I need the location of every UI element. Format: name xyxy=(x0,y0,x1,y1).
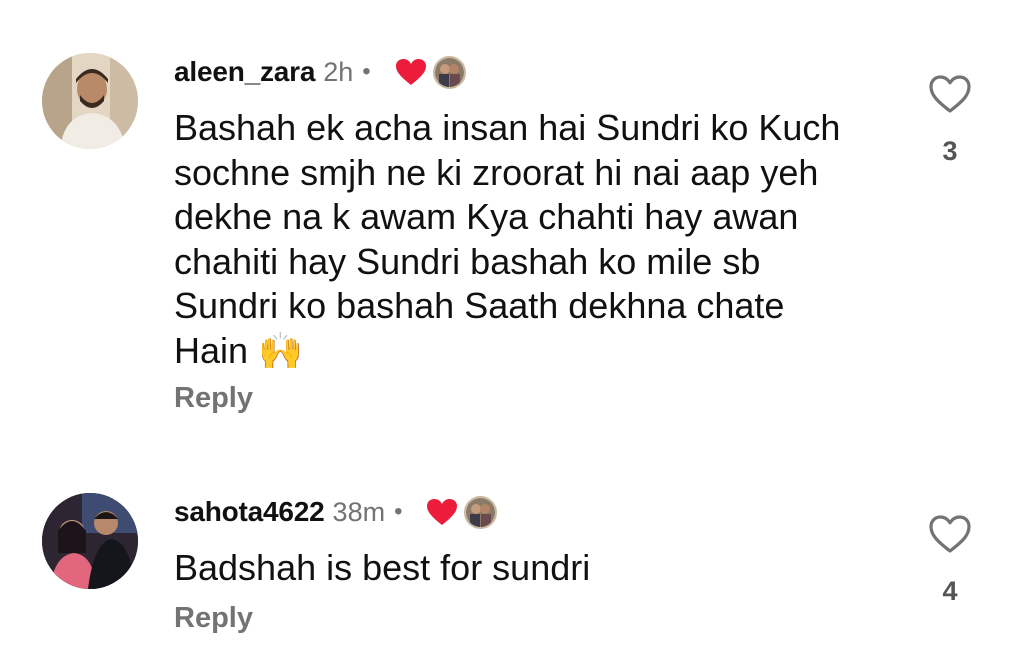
username[interactable]: aleen_zara xyxy=(174,56,315,88)
like-column: 3 xyxy=(922,74,978,167)
comment-item: aleen_zara 2h • Bashah ek acha insan hai… xyxy=(0,0,1024,440)
avatar[interactable] xyxy=(42,53,138,149)
separator-dot: • xyxy=(362,58,371,85)
comment-meta: aleen_zara 2h • xyxy=(174,52,466,92)
heart-filled-icon xyxy=(426,498,458,526)
like-count: 3 xyxy=(942,136,958,166)
comment-text: Badshah is best for sundri xyxy=(174,547,591,588)
avatar-photo xyxy=(42,493,138,589)
like-column: 4 xyxy=(922,514,978,607)
creator-avatar xyxy=(432,55,466,89)
avatar-photo xyxy=(42,53,138,149)
like-count: 4 xyxy=(942,576,958,606)
comment-meta: sahota4622 38m • xyxy=(174,492,498,532)
comment-item: sahota4622 38m • Badshah is best for sun… xyxy=(0,440,1024,672)
reply-button[interactable]: Reply xyxy=(174,382,253,415)
separator-dot: • xyxy=(394,498,403,525)
heart-outline-icon[interactable] xyxy=(928,514,972,554)
username[interactable]: sahota4622 xyxy=(174,496,325,528)
comment-text: Bashah ek acha insan hai Sundri ko Kuch … xyxy=(174,107,841,371)
heart-filled-icon xyxy=(395,58,427,86)
avatar[interactable] xyxy=(42,493,138,589)
timestamp: 38m xyxy=(332,496,386,527)
heart-outline-icon[interactable] xyxy=(928,74,972,114)
reply-button[interactable]: Reply xyxy=(174,602,253,635)
timestamp: 2h xyxy=(323,56,354,87)
creator-avatar xyxy=(464,495,498,529)
